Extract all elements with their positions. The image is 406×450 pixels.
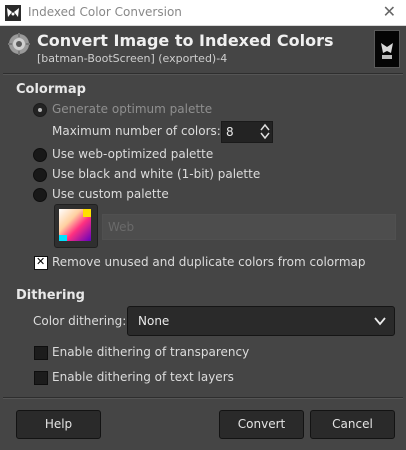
radio-generate-optimum[interactable] [33,103,47,117]
color-dithering-value: None [138,314,170,328]
max-colors-value: 8 [226,125,234,139]
dialog-title: Convert Image to Indexed Colors [37,31,334,50]
footer-separator [3,397,403,399]
dither-text-layers-label: Enable dithering of text layers [52,370,234,384]
remove-unused-checkbox[interactable] [34,255,48,270]
title-bar: Indexed Color Conversion ✕ [0,0,406,26]
dithering-heading: Dithering [16,288,85,303]
gimp-app-icon [5,5,21,21]
palette-swatch-icon [59,209,91,241]
colormap-heading: Colormap [16,82,86,97]
option-generate-optimum-label: Generate optimum palette [52,102,213,116]
color-dithering-dropdown[interactable]: None [127,306,395,336]
radio-web-optimized[interactable] [33,148,47,162]
palette-name: Web [108,220,135,234]
decrement-icon[interactable] [260,132,270,140]
option-custom-palette-label: Use custom palette [52,187,169,201]
header-separator [3,73,403,75]
convert-gear-icon [8,33,30,55]
close-icon[interactable]: ✕ [383,2,396,22]
dither-text-layers-checkbox[interactable] [34,371,48,385]
max-colors-spinner[interactable]: 8 [221,121,273,143]
cancel-button[interactable]: Cancel [310,410,395,439]
option-black-white-label: Use black and white (1-bit) palette [52,167,261,181]
radio-black-white[interactable] [33,168,47,182]
palette-picker-button[interactable] [54,204,98,248]
color-dithering-label: Color dithering: [33,314,127,328]
radio-custom-palette[interactable] [33,188,47,202]
dialog-header: Convert Image to Indexed Colors [batman-… [0,25,406,69]
window-title: Indexed Color Conversion [28,5,182,19]
help-button[interactable]: Help [16,410,101,439]
palette-name-field[interactable]: Web [102,214,396,240]
image-thumbnail [374,30,400,68]
max-colors-label: Maximum number of colors: [52,124,221,138]
dither-transparency-checkbox[interactable] [34,346,48,360]
increment-icon[interactable] [260,123,270,131]
chevron-down-icon [374,317,386,326]
remove-unused-label: Remove unused and duplicate colors from … [52,255,366,269]
dither-transparency-label: Enable dithering of transparency [52,345,250,359]
image-name: [batman-BootScreen] (exported)-4 [37,52,228,65]
option-web-optimized-label: Use web-optimized palette [52,147,214,161]
convert-button[interactable]: Convert [219,410,304,439]
